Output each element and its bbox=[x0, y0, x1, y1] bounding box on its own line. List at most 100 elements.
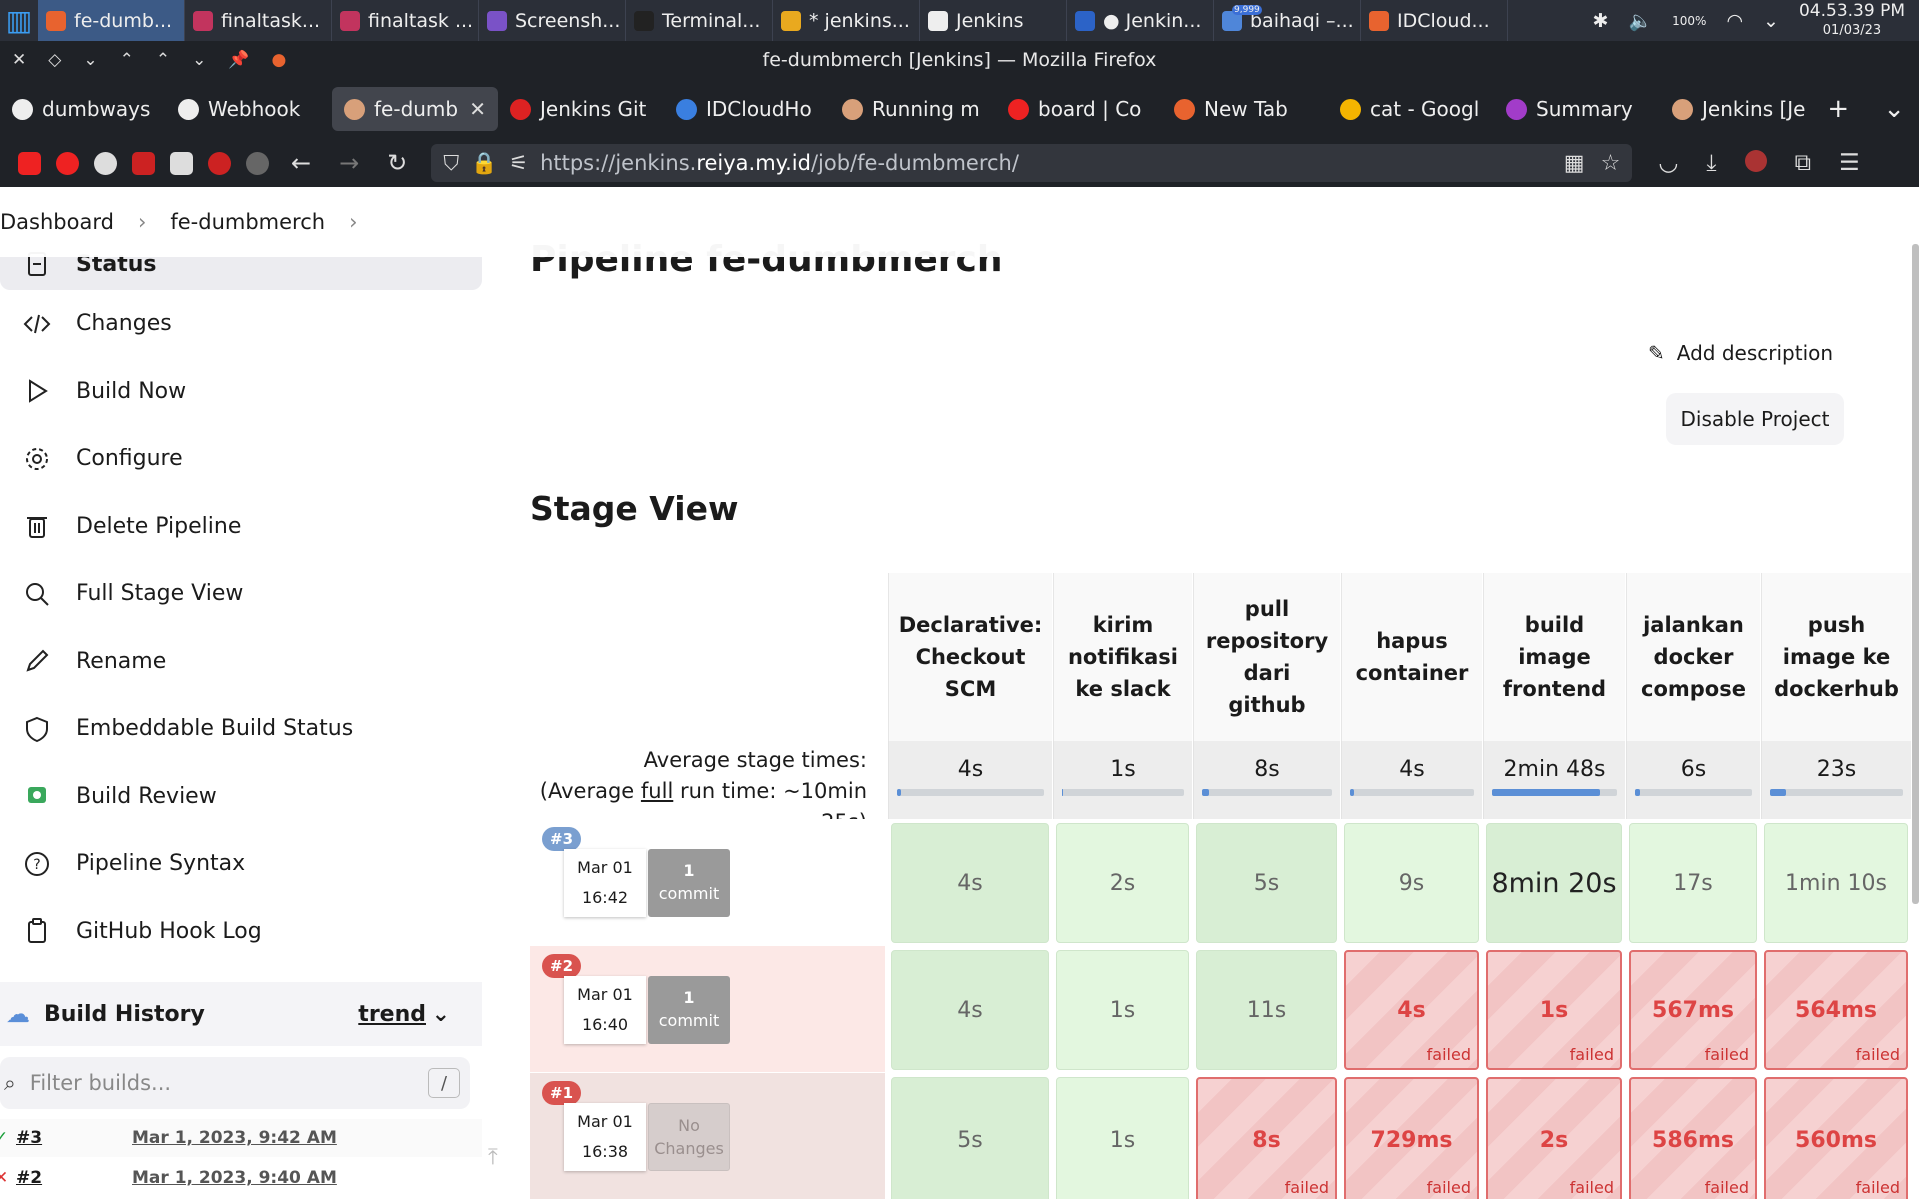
stage-cell[interactable]: 1s bbox=[1056, 1077, 1189, 1199]
volume-icon[interactable]: 🔈 bbox=[1628, 9, 1652, 32]
browser-tab[interactable]: IDCloudHo bbox=[664, 87, 830, 131]
browser-tab[interactable]: board | Co bbox=[996, 87, 1162, 131]
browser-tab[interactable]: dumbways bbox=[0, 87, 166, 131]
browser-tab[interactable]: fe-dumb ✕ bbox=[332, 87, 498, 131]
build-number-badge[interactable]: #2 bbox=[542, 954, 582, 978]
sidebar-item-rename[interactable]: Rename bbox=[0, 628, 482, 696]
browser-tab[interactable]: Jenkins Git bbox=[498, 87, 664, 131]
stage-cell[interactable]: 1min 10s bbox=[1764, 823, 1908, 943]
sidebar-item-build-now[interactable]: Build Now bbox=[0, 358, 482, 426]
taskbar-item[interactable]: ● Jenkin... bbox=[1067, 0, 1214, 41]
sidebar-item-build-review[interactable]: Build Review bbox=[0, 763, 482, 831]
github-bookmark-icon[interactable] bbox=[94, 151, 117, 175]
build-number-badge[interactable]: #3 bbox=[542, 827, 582, 851]
taskbar-item[interactable]: * jenkins... bbox=[773, 0, 920, 41]
stage-cell[interactable]: 5s bbox=[891, 1077, 1049, 1199]
browser-tab[interactable]: Running m bbox=[830, 87, 996, 131]
taskbar-item[interactable]: IDCloud... bbox=[1361, 0, 1508, 41]
stage-cell[interactable]: 8s failed bbox=[1196, 1077, 1337, 1199]
build-date-link[interactable]: Mar 1, 2023, 9:40 AM bbox=[132, 1168, 337, 1188]
minimize-icon[interactable]: ⌄ bbox=[83, 50, 97, 70]
stage-cell[interactable]: 11s bbox=[1196, 950, 1337, 1070]
browser-tab[interactable]: Jenkins [Je bbox=[1660, 87, 1826, 131]
browser-tab[interactable]: Summary bbox=[1494, 87, 1660, 131]
build-number-link[interactable]: #3 bbox=[16, 1128, 116, 1148]
youtube-music-bookmark-icon[interactable] bbox=[56, 151, 79, 175]
list-tabs-icon[interactable]: ⌄ bbox=[1883, 94, 1905, 124]
stage-cell[interactable]: 4s failed bbox=[1344, 950, 1479, 1070]
idcloudhost-bookmark-icon[interactable] bbox=[170, 151, 193, 175]
trend-link[interactable]: trend bbox=[358, 1002, 426, 1027]
close-tab-icon[interactable]: ✕ bbox=[469, 97, 486, 121]
openai-bookmark-icon[interactable] bbox=[246, 151, 269, 175]
browser-tab[interactable]: New Tab bbox=[1162, 87, 1328, 131]
diamond-icon[interactable]: ◇ bbox=[48, 50, 61, 70]
youtube-bookmark-icon[interactable] bbox=[18, 151, 41, 175]
sidebar-item-full-stage-view[interactable]: Full Stage View bbox=[0, 560, 482, 628]
browser-tab[interactable]: cat - Googl bbox=[1328, 87, 1494, 131]
pin-icon[interactable]: 📌 bbox=[228, 50, 249, 70]
build-date-card[interactable]: Mar 01 16:40 bbox=[564, 976, 646, 1044]
pocket-icon[interactable]: ◡ bbox=[1658, 150, 1678, 176]
bookmark-star-icon[interactable]: ☆ bbox=[1601, 151, 1621, 176]
sidebar-item-delete-pipeline[interactable]: Delete Pipeline bbox=[0, 493, 482, 561]
stage-cell[interactable]: 5s bbox=[1196, 823, 1337, 943]
page-scrollbar[interactable] bbox=[1912, 244, 1919, 904]
breadcrumb-dashboard[interactable]: Dashboard bbox=[0, 210, 114, 234]
permissions-icon[interactable]: ⚟ bbox=[509, 151, 528, 175]
breadcrumb-dropdown-icon[interactable]: › bbox=[349, 210, 357, 234]
stage-cell[interactable]: 4s bbox=[891, 823, 1049, 943]
lock-icon[interactable]: 🔒 bbox=[471, 151, 497, 176]
browser-tab[interactable]: Webhook bbox=[166, 87, 332, 131]
build-changes[interactable]: 1 commit bbox=[648, 849, 730, 917]
stage-cell[interactable]: 8min 20s bbox=[1486, 823, 1622, 943]
new-tab-icon[interactable]: + bbox=[1827, 94, 1849, 124]
stage-cell[interactable]: 17s bbox=[1629, 823, 1757, 943]
stage-cell[interactable]: 2s bbox=[1056, 823, 1189, 943]
tray-expand-icon[interactable]: ⌄ bbox=[1763, 10, 1779, 32]
app-menu-icon[interactable]: ▥ bbox=[0, 0, 38, 41]
build-changes[interactable]: 1 commit bbox=[648, 976, 730, 1044]
account-avatar[interactable] bbox=[1744, 150, 1767, 172]
sidebar-item-configure[interactable]: Configure bbox=[0, 425, 482, 493]
sidebar-item-github-hook-log[interactable]: GitHub Hook Log bbox=[0, 898, 482, 966]
shield-icon[interactable]: ⛉ bbox=[443, 151, 459, 176]
dumbways-bookmark-icon[interactable] bbox=[132, 151, 155, 175]
build-number-link[interactable]: #2 bbox=[16, 1168, 116, 1188]
keep-below-icon[interactable]: ⌄ bbox=[192, 50, 206, 70]
close-window-icon[interactable]: ✕ bbox=[12, 50, 26, 70]
stage-cell[interactable]: 9s bbox=[1344, 823, 1479, 943]
build-date-card[interactable]: Mar 01 16:42 bbox=[564, 849, 646, 917]
disable-project-button[interactable]: Disable Project bbox=[1666, 393, 1844, 445]
forward-icon[interactable]: → bbox=[339, 149, 359, 177]
sidebar-item-pipeline-syntax[interactable]: ? Pipeline Syntax bbox=[0, 830, 482, 898]
url-bar[interactable]: ⛉ 🔒 ⚟ https://jenkins.reiya.my.id/job/fe… bbox=[431, 144, 1633, 182]
menu-icon[interactable]: ☰ bbox=[1839, 150, 1860, 176]
add-description-button[interactable]: ✎ Add description bbox=[1648, 341, 1833, 365]
filter-builds-field[interactable]: ⌕ Filter builds... / bbox=[0, 1057, 470, 1109]
url-text[interactable]: https://jenkins.reiya.my.id/job/fe-dumbm… bbox=[540, 151, 1019, 175]
build-history-row[interactable]: ✕ #2 Mar 1, 2023, 9:40 AM bbox=[0, 1159, 482, 1197]
stage-cell[interactable]: 1s bbox=[1056, 950, 1189, 1070]
quora-bookmark-icon[interactable] bbox=[208, 151, 231, 175]
taskbar-item[interactable]: finaltask... bbox=[185, 0, 332, 41]
qr-code-icon[interactable]: ▦ bbox=[1564, 151, 1585, 176]
build-history-row[interactable]: ✓ #3 Mar 1, 2023, 9:42 AM bbox=[0, 1119, 482, 1157]
extensions-icon[interactable]: ⧉ bbox=[1795, 150, 1811, 176]
stage-cell[interactable]: 4s bbox=[891, 950, 1049, 1070]
maximize-icon[interactable]: ⌃ bbox=[120, 50, 134, 70]
taskbar-item[interactable]: Screensh... bbox=[479, 0, 626, 41]
reload-icon[interactable]: ↻ bbox=[387, 149, 407, 177]
taskbar-item[interactable]: Terminal... bbox=[626, 0, 773, 41]
sidebar-item-embeddable-build-status[interactable]: Embeddable Build Status bbox=[0, 695, 482, 763]
stage-cell[interactable]: 729ms failed bbox=[1344, 1077, 1479, 1199]
build-changes[interactable]: No Changes bbox=[648, 1103, 730, 1171]
taskbar-item[interactable]: Jenkins bbox=[920, 0, 1067, 41]
taskbar-item[interactable]: 9,999 baihaqi –... bbox=[1214, 0, 1361, 41]
stage-cell[interactable]: 564ms failed bbox=[1764, 950, 1908, 1070]
build-date-card[interactable]: Mar 01 16:38 bbox=[564, 1103, 646, 1171]
taskbar-item[interactable]: fe-dumb... bbox=[38, 0, 185, 41]
build-number-badge[interactable]: #1 bbox=[542, 1081, 582, 1105]
full-run-time-link[interactable]: full bbox=[641, 779, 673, 803]
back-icon[interactable]: ← bbox=[291, 149, 311, 177]
